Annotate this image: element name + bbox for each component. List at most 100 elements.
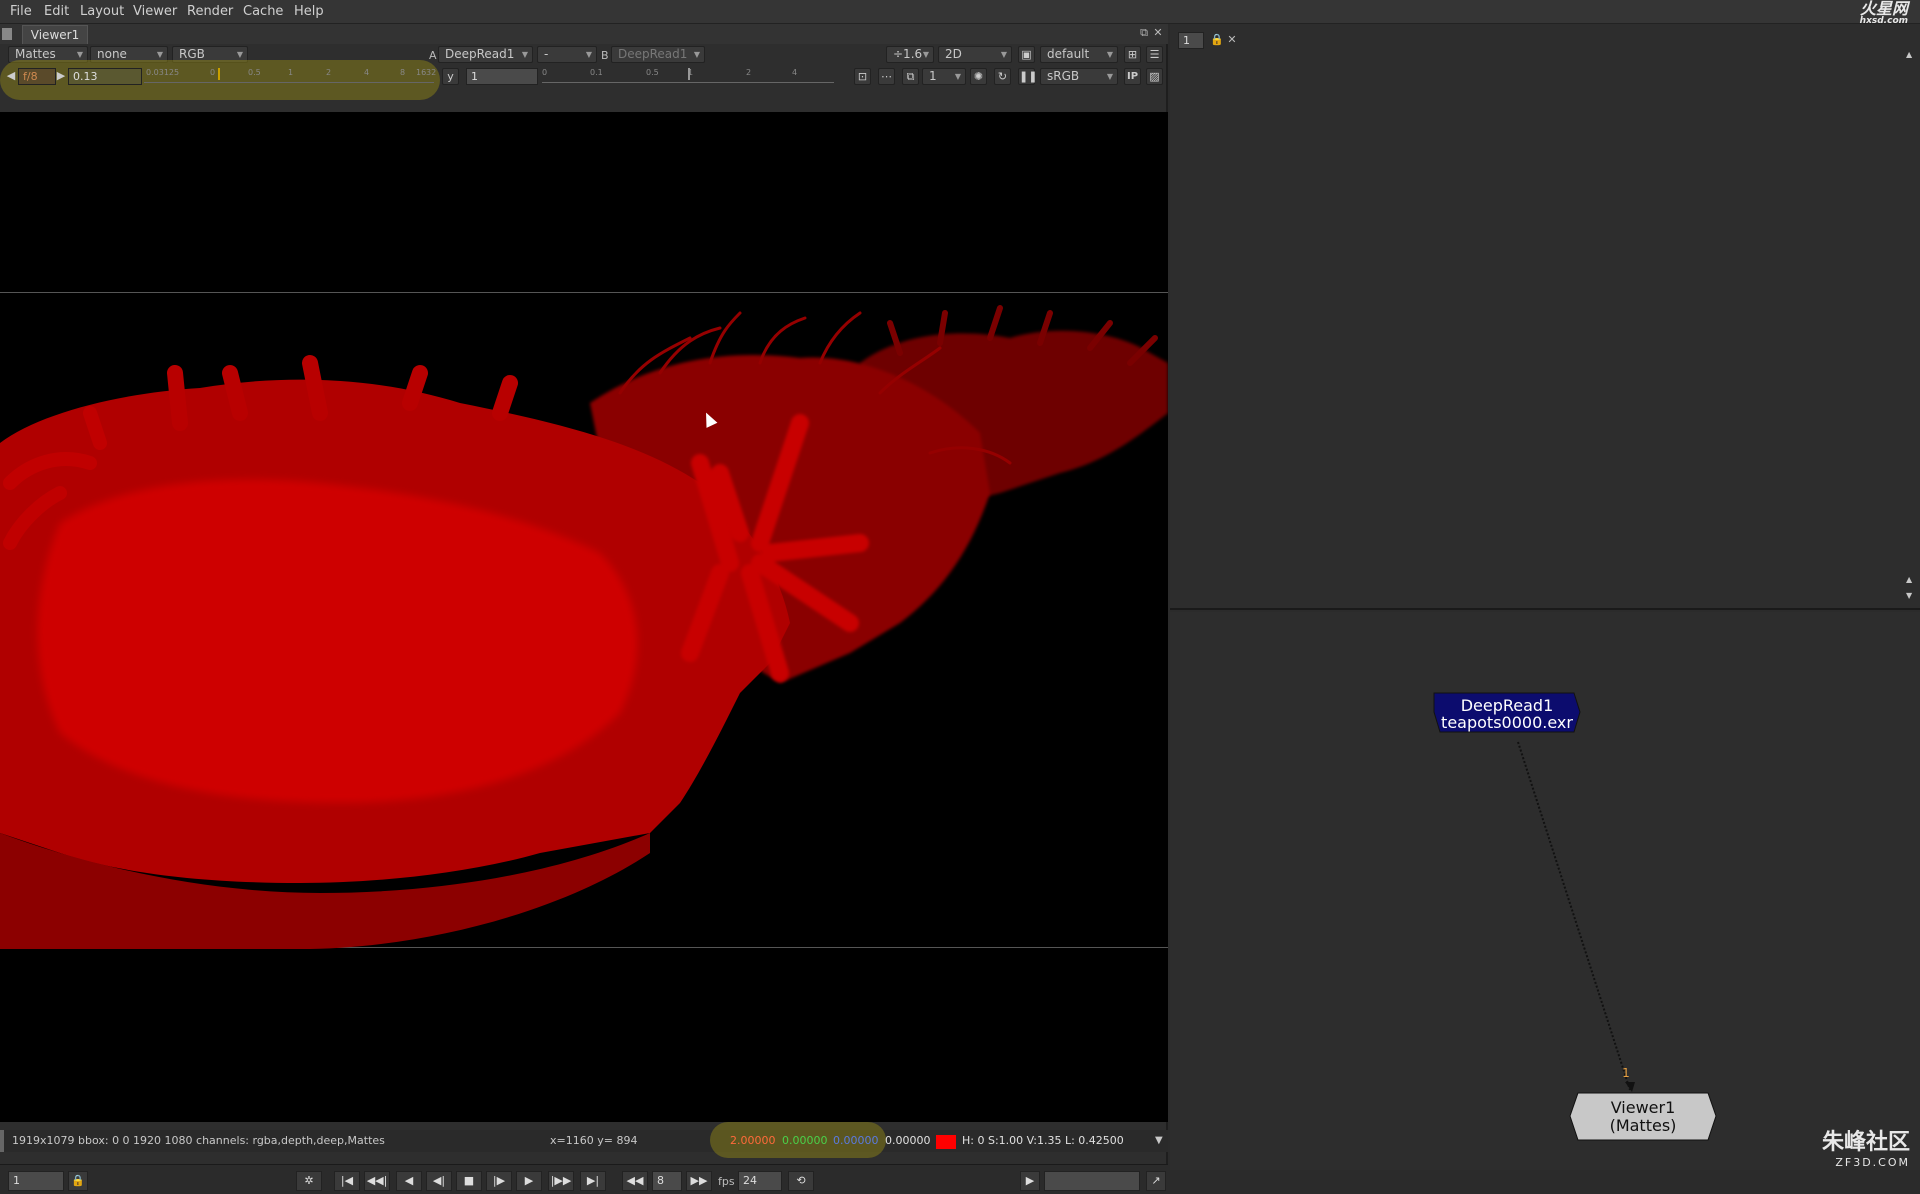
scroll-down-icon[interactable]: ▼ — [1906, 591, 1916, 600]
red-value: 2.00000 — [730, 1134, 776, 1147]
freeze-icon[interactable]: ✲ — [296, 1171, 322, 1191]
roi-icon[interactable]: ⊞ — [1124, 46, 1141, 63]
zoom-value: ÷1.6 — [893, 47, 923, 61]
cursor-coordinates: x=1160 y= 894 — [550, 1134, 638, 1147]
fps-field[interactable]: 24 — [738, 1171, 782, 1191]
timeline-range-field[interactable] — [1044, 1171, 1140, 1191]
deepread-node[interactable]: DeepRead1 teapots0000.exr — [1433, 692, 1581, 733]
close-panel-icon[interactable]: ✕ — [1152, 27, 1164, 39]
camera-icon[interactable]: ▣ — [1018, 46, 1035, 63]
input-number-label: 1 — [1622, 1066, 1630, 1080]
watermark-sub: ZF3D.COM — [1835, 1156, 1910, 1169]
b-input-dropdown[interactable]: DeepRead1 ▼ — [611, 46, 705, 63]
proxy-icon[interactable]: ⧉ — [902, 68, 919, 85]
gamma-slider[interactable]: 0 0.1 0.5 1 2 4 — [542, 68, 834, 83]
float-panel-icon[interactable]: ⧉ — [1138, 27, 1150, 39]
scroll-up-icon[interactable]: ▲ — [1906, 575, 1916, 584]
view-mode-dropdown[interactable]: 2D ▼ — [938, 46, 1012, 63]
green-value: 0.00000 — [782, 1134, 828, 1147]
chevron-down-icon: ▼ — [954, 72, 961, 81]
play-forward-icon[interactable]: |▶ — [486, 1171, 512, 1191]
watermark-main: 朱峰社区 — [1821, 1130, 1910, 1155]
tab-viewer1[interactable]: Viewer1 — [22, 25, 88, 44]
gamma-field[interactable]: 1 — [466, 68, 538, 85]
frame-field[interactable]: 1 — [8, 1171, 64, 1191]
viewer-canvas[interactable] — [0, 112, 1168, 1122]
render-update-icon[interactable]: ✺ — [970, 68, 987, 85]
a-input-dropdown[interactable]: DeepRead1 ▼ — [438, 46, 533, 63]
gain-increase-icon[interactable]: ▶ — [56, 68, 66, 85]
menu-viewer[interactable]: Viewer — [133, 4, 177, 19]
next-frame-icon[interactable]: ▶ — [516, 1171, 542, 1191]
refresh-icon[interactable]: ↻ — [994, 68, 1011, 85]
b-input-label: B — [601, 49, 609, 62]
gain-field[interactable]: 0.13 — [68, 68, 142, 85]
viewer-settings-icon[interactable]: ☰ — [1146, 46, 1163, 63]
node-graph-canvas: DeepRead1 teapots0000.exr 1 Viewer1 (Mat… — [1433, 692, 1717, 1141]
gain-tick-label: 1 — [288, 68, 294, 77]
prev-keyframe-icon[interactable]: ◀◀| — [364, 1171, 390, 1191]
chevron-down-icon: ▼ — [1106, 50, 1113, 59]
guides-icon[interactable]: ⋯ — [878, 68, 895, 85]
color-swatch — [936, 1135, 956, 1149]
skip-back-icon[interactable]: ◀◀ — [622, 1171, 648, 1191]
wipe-icon[interactable]: ▨ — [1146, 68, 1163, 85]
watermark: 朱峰社区 ZF3D.COM — [1778, 1124, 1910, 1169]
skip-increment-field[interactable]: 8 — [652, 1171, 682, 1191]
blue-value: 0.00000 — [833, 1134, 879, 1147]
timeline-settings-icon[interactable]: ↗ — [1146, 1171, 1166, 1191]
info-bar-grip[interactable] — [0, 1130, 4, 1152]
prev-frame-icon[interactable]: ◀ — [396, 1171, 422, 1191]
menu-edit[interactable]: Edit — [44, 4, 69, 19]
chevron-down-icon: ▼ — [1000, 50, 1007, 59]
menu-cache[interactable]: Cache — [243, 4, 283, 19]
gain-slider[interactable]: 0.03125 0 0.5 1 2 4 8 16 32 — [144, 68, 436, 83]
flipbook-icon[interactable]: ▶ — [1020, 1171, 1040, 1191]
lock-icon[interactable]: 🔒 — [68, 1171, 88, 1191]
zoom-dropdown[interactable]: ÷1.6 ▼ — [886, 46, 934, 63]
wipe-operation-dropdown[interactable]: - ▼ — [537, 46, 597, 63]
gain-tick-label: 0.03125 — [146, 68, 180, 77]
gamma-tick-label: 0.5 — [646, 68, 659, 77]
panel-menu-icon[interactable] — [2, 28, 12, 40]
proxy-scale-dropdown[interactable]: 1 ▼ — [922, 68, 966, 85]
gain-slider-knob[interactable] — [218, 68, 220, 80]
clear-panels-icon[interactable]: ✕ — [1226, 34, 1238, 46]
gamma-toggle-button[interactable]: y — [442, 68, 459, 85]
menu-layout[interactable]: Layout — [80, 4, 124, 19]
max-panels-field[interactable]: 1 — [1178, 32, 1204, 49]
first-frame-icon[interactable]: |◀ — [334, 1171, 360, 1191]
lut-dropdown[interactable]: default ▼ — [1040, 46, 1118, 63]
menu-help[interactable]: Help — [294, 4, 324, 19]
a-input-value: DeepRead1 — [445, 47, 515, 61]
colorspace-dropdown[interactable]: sRGB ▼ — [1040, 68, 1118, 85]
pixel-info-bar: 1919x1079 bbox: 0 0 1920 1080 channels: … — [0, 1122, 1168, 1158]
last-frame-icon[interactable]: ▶| — [580, 1171, 606, 1191]
chevron-down-icon[interactable]: ▼ — [1155, 1130, 1163, 1152]
region-render-icon[interactable]: ⊡ — [854, 68, 871, 85]
gamma-tick-label: 2 — [746, 68, 752, 77]
gain-decrease-icon[interactable]: ◀ — [6, 68, 16, 85]
viewer-node[interactable]: Viewer1 (Mattes) — [1569, 1092, 1717, 1141]
play-backward-icon[interactable]: ◀| — [426, 1171, 452, 1191]
fstop-field[interactable]: f/8 — [18, 68, 56, 85]
site-logo: 火星网 hxsd.com — [1808, 1, 1908, 26]
menu-bar: File Edit Layout Viewer Render Cache Hel… — [0, 0, 1920, 26]
properties-scrollbar[interactable]: ▲ ▲ ▼ — [1906, 50, 1918, 610]
pause-icon[interactable]: ❚❚ — [1018, 68, 1037, 85]
lock-icon[interactable]: 🔒 — [1210, 34, 1224, 46]
stop-icon[interactable]: ■ — [456, 1171, 482, 1191]
gamma-slider-knob[interactable] — [688, 68, 690, 80]
node-graph[interactable]: DeepRead1 teapots0000.exr 1 Viewer1 (Mat… — [1170, 612, 1920, 1170]
next-keyframe-icon[interactable]: |▶▶ — [548, 1171, 574, 1191]
skip-forward-icon[interactable]: ▶▶ — [686, 1171, 712, 1191]
view-mode-value: 2D — [945, 47, 962, 61]
loop-icon[interactable]: ⟲ — [788, 1171, 814, 1191]
input-process-button[interactable]: IP — [1124, 68, 1141, 85]
scroll-up-icon[interactable]: ▲ — [1906, 50, 1916, 59]
menu-file[interactable]: File — [10, 4, 32, 19]
a-input-label: A — [429, 49, 437, 62]
gamma-tick-label: 4 — [792, 68, 798, 77]
menu-render[interactable]: Render — [187, 4, 233, 19]
chevron-down-icon: ▼ — [1106, 72, 1113, 81]
